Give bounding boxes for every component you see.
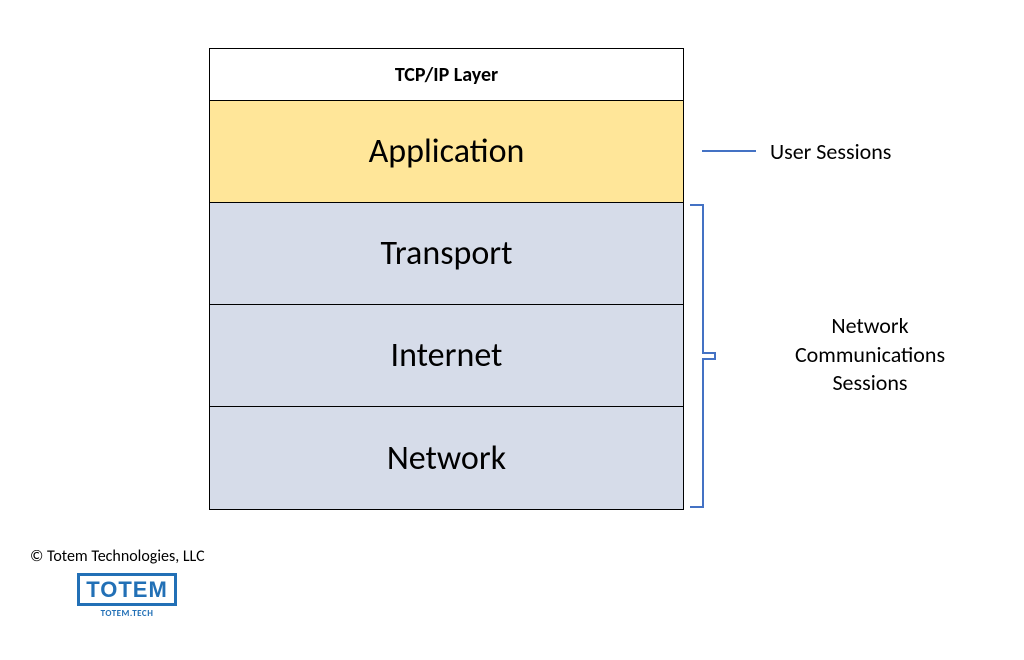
layer-row-internet: Internet: [210, 305, 683, 407]
annotation-text-line: Sessions: [770, 369, 970, 398]
table-header: TCP/IP Layer: [210, 49, 683, 101]
layer-row-transport: Transport: [210, 203, 683, 305]
layer-label: Transport: [380, 233, 512, 274]
table-header-label: TCP/IP Layer: [395, 63, 498, 87]
tcpip-layer-table: TCP/IP Layer Application Transport Inter…: [209, 48, 684, 510]
bracket-network-sessions: [702, 204, 752, 508]
logo-sub-text: TOTEM.TECH: [72, 608, 182, 619]
layer-label: Network: [387, 438, 506, 479]
annotation-network-sessions: Network Communications Sessions: [770, 312, 970, 398]
logo-box: TOTEM: [77, 573, 177, 606]
annotation-text: User Sessions: [770, 138, 891, 165]
annotation-text-line: Network: [770, 312, 970, 341]
annotation-text-line: Communications: [770, 341, 970, 370]
logo: TOTEM TOTEM.TECH: [72, 573, 182, 619]
annotation-user-sessions: User Sessions: [770, 138, 970, 167]
layer-row-application: Application: [210, 101, 683, 203]
diagram-stage: TCP/IP Layer Application Transport Inter…: [0, 0, 1024, 660]
logo-main-text: TOTEM: [86, 579, 168, 601]
layer-row-network: Network: [210, 407, 683, 509]
connector-user-sessions: [702, 150, 756, 152]
layer-label: Internet: [391, 335, 503, 376]
copyright-text: © Totem Technologies, LLC: [30, 547, 205, 566]
layer-label: Application: [369, 131, 525, 172]
copyright-label: © Totem Technologies, LLC: [30, 547, 205, 566]
